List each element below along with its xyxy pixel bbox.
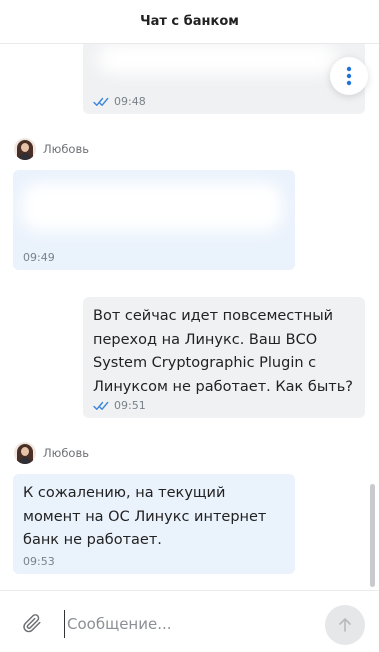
message-composer [0, 590, 379, 652]
message-meta: 09:48 [93, 95, 146, 108]
more-vertical-icon [346, 66, 352, 86]
avatar [14, 138, 36, 160]
outgoing-message: 09:48 [83, 44, 365, 114]
sender-row: Любовь [14, 442, 89, 464]
message-input[interactable] [64, 610, 299, 638]
incoming-message: 09:49 [13, 170, 295, 270]
sender-name: Любовь [43, 142, 90, 156]
bank-chat-window: Чат с банком 09:48 Любовь 09:49 Вот сейч… [0, 0, 379, 652]
message-time: 09:51 [114, 399, 146, 412]
scrollbar-thumb[interactable] [370, 484, 375, 587]
message-time: 09:53 [23, 555, 55, 568]
avatar [14, 442, 36, 464]
message-meta: 09:51 [93, 399, 146, 412]
message-meta: 09:49 [23, 251, 55, 264]
message-time: 09:49 [23, 251, 55, 264]
chat-header: Чат с банком [0, 0, 379, 44]
double-check-icon [93, 97, 109, 106]
obscured-text [21, 182, 283, 232]
chat-title: Чат с банком [140, 14, 239, 29]
sender-row: Любовь [14, 138, 89, 160]
send-button[interactable] [325, 605, 365, 645]
message-text: К сожалению, на текущий момент на ОС Лин… [23, 485, 267, 548]
message-list[interactable]: 09:48 Любовь 09:49 Вот сейчас идет повсе… [0, 44, 379, 590]
paperclip-icon [23, 614, 41, 633]
message-text: Вот сейчас идет повсеместный переход на … [93, 308, 353, 395]
double-check-icon [93, 401, 109, 410]
incoming-message: К сожалению, на текущий момент на ОС Лин… [13, 474, 295, 574]
sender-name: Любовь [43, 446, 90, 460]
arrow-up-icon [339, 618, 351, 632]
message-time: 09:48 [114, 95, 146, 108]
obscured-text [97, 44, 337, 74]
message-meta: 09:53 [23, 555, 55, 568]
more-menu-button[interactable] [330, 57, 368, 95]
outgoing-message: Вот сейчас идет повсеместный переход на … [83, 297, 365, 418]
attach-button[interactable] [21, 612, 43, 634]
